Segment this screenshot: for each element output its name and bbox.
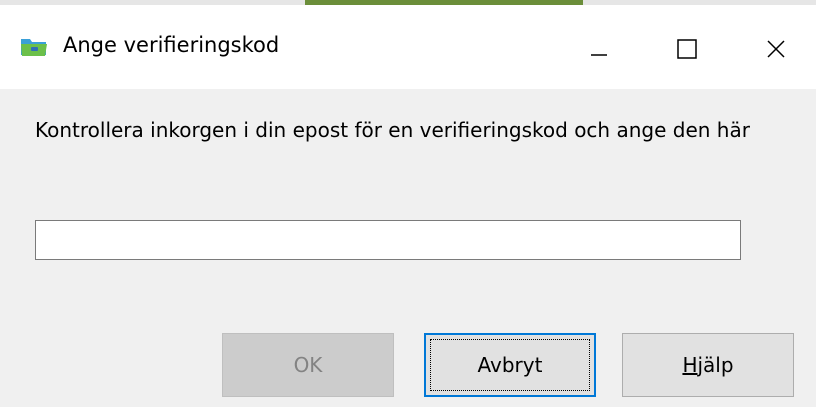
help-button-label: Hjälp: [682, 353, 733, 377]
window-title: Ange verifieringskod: [63, 33, 280, 57]
ok-button-label: OK: [293, 353, 323, 377]
focus-ring: [430, 339, 590, 391]
minimize-button[interactable]: [569, 25, 629, 73]
verification-code-input[interactable]: [35, 220, 741, 260]
help-accelerator-key: H: [682, 353, 698, 377]
minimize-icon: [591, 54, 607, 56]
help-button[interactable]: Hjälp: [622, 333, 794, 397]
help-label-rest: jälp: [697, 353, 734, 377]
close-icon: [767, 40, 785, 58]
cancel-button[interactable]: Avbryt: [424, 333, 596, 397]
maximize-icon: [677, 39, 697, 59]
close-button[interactable]: [746, 25, 806, 73]
maximize-button[interactable]: [657, 25, 717, 73]
folder-app-icon: [21, 39, 47, 56]
instruction-message: Kontrollera inkorgen i din epost för en …: [35, 118, 750, 142]
ok-button[interactable]: OK: [222, 333, 394, 397]
title-bar[interactable]: Ange verifieringskod: [0, 5, 816, 89]
